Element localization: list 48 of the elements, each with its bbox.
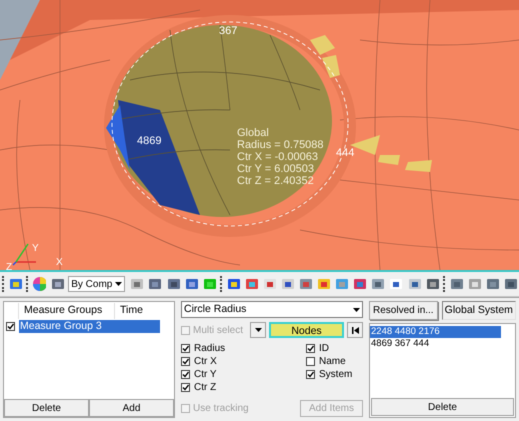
measurement-text: Ctr Y = 6.00503 [237,163,315,175]
checkbox-label: System [319,368,352,382]
measurement-text: Radius = 0.75088 [237,139,324,151]
color-mode-dropdown[interactable]: By Comp [68,276,126,292]
checkbox-label: Ctr Y [194,368,217,382]
dropdown-arrow-icon [353,308,360,312]
reset-selection-button[interactable] [347,322,363,338]
checkbox[interactable] [181,344,190,352]
checkbox-label: Name [319,354,346,368]
delete-button[interactable]: Delete [371,398,514,416]
node-label: 444 [336,148,354,159]
node-label: 4869 [137,136,162,147]
axis-triad-icon [12,242,38,266]
checkbox[interactable] [181,356,190,366]
node-label: 367 [219,26,238,37]
action-button[interactable]: Add [89,399,174,417]
checkbox-label: Multi select [193,324,244,338]
dropdown-arrow-icon [115,282,122,286]
checkbox-label: Use tracking [193,402,249,416]
list-item[interactable]: Measure Group 3 [19,320,160,333]
checkbox[interactable] [6,322,15,331]
list-item[interactable]: 4869 367 444 [370,338,501,350]
checkbox[interactable] [306,344,315,352]
dropdown-arrow-icon [254,328,262,332]
checkbox[interactable] [181,370,190,378]
axis-label: X [56,258,63,268]
entity-menu-button[interactable] [250,322,266,338]
resolved-in-button[interactable]: Resolved in... [369,301,438,320]
measure-type-dropdown[interactable]: Circle Radius [181,301,363,318]
skip-back-icon [352,326,358,334]
checkbox-label: Ctr X [194,354,217,368]
nodes-selector[interactable]: Nodes [269,322,344,338]
axis-label: Z [6,263,12,270]
checkbox[interactable] [181,382,190,392]
column-header[interactable]: Measure Groups [18,303,114,319]
measurement-text: Ctr X = -0.00063 [237,151,320,163]
column-header[interactable]: Time [114,303,160,319]
checkbox-label: Ctr Z [194,380,216,394]
action-button[interactable]: Delete [4,399,89,417]
axis-label: Y [32,244,39,254]
checkbox-label: ID [319,342,329,356]
list-item[interactable]: 2248 4480 2176 [370,326,501,338]
checkbox[interactable] [306,356,315,366]
checkbox-label: Radius [194,342,226,356]
checkbox[interactable] [306,370,315,378]
coordinate-system-field[interactable]: Global System [442,301,516,320]
measurement-text: Global [237,127,270,139]
color-wheel-icon[interactable] [32,276,46,292]
